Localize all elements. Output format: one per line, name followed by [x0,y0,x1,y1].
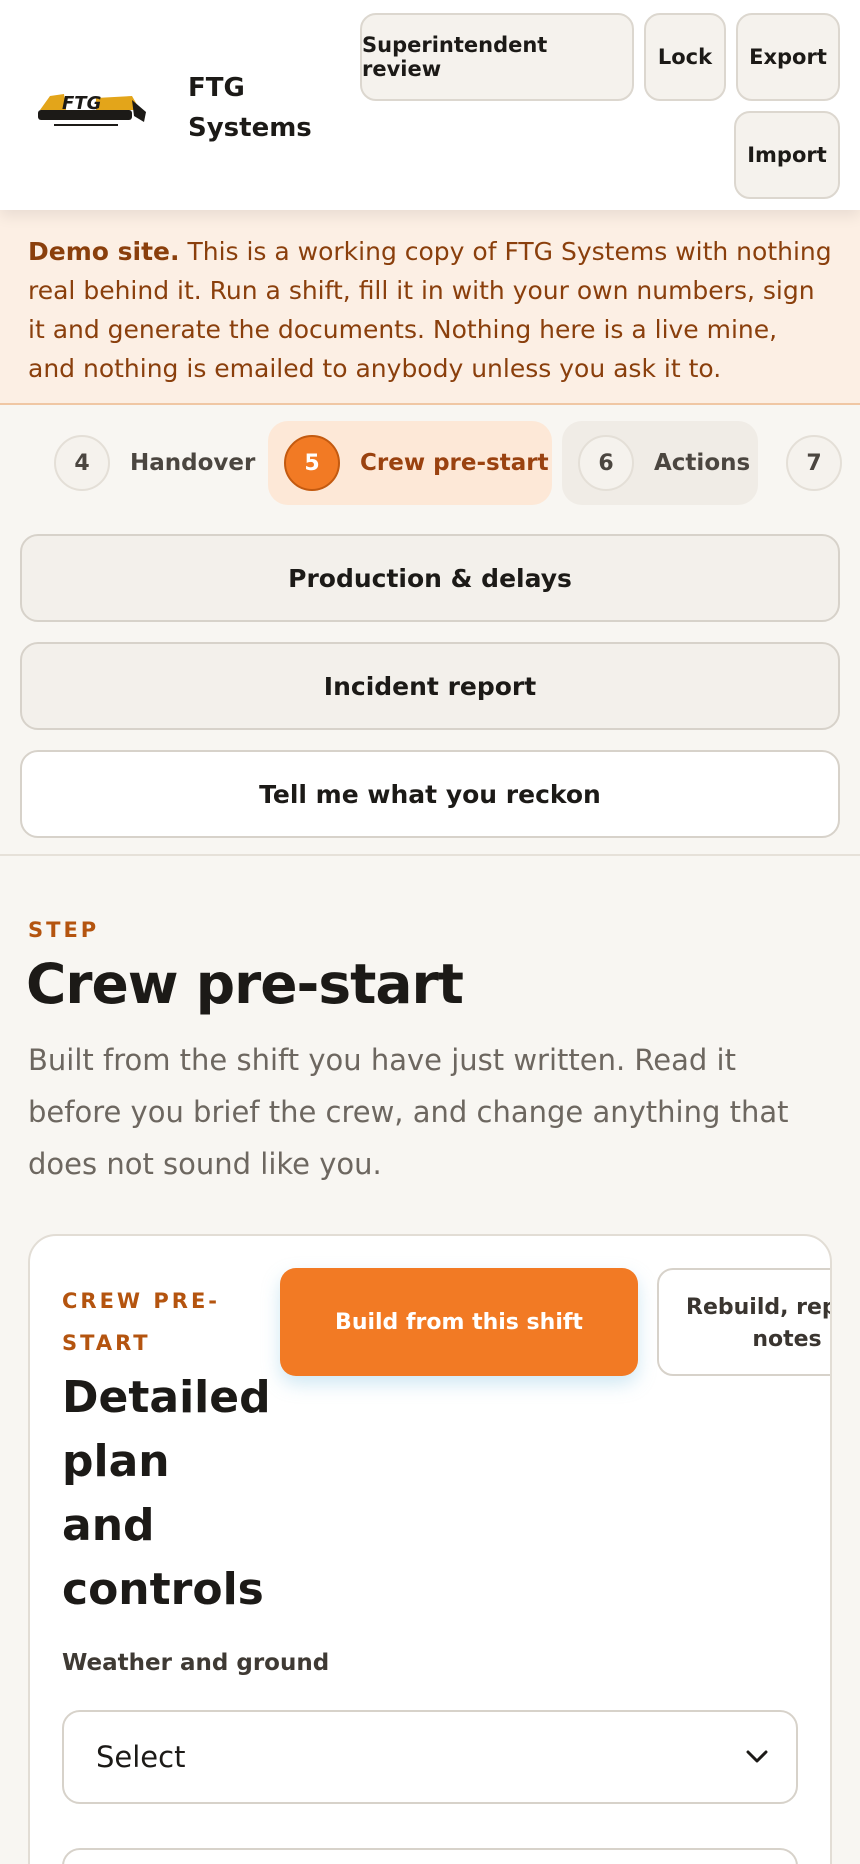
demo-banner: Demo site. This is a working copy of FTG… [0,210,860,405]
production-delays-button[interactable]: Production & delays [20,534,840,622]
step-eyebrow: STEP [28,918,100,942]
export-button[interactable]: Export [736,13,840,101]
demo-banner-lead: Demo site. [28,237,180,266]
step-actions[interactable]: 6 Actions [562,421,758,505]
card-eyebrow: CREW PRE-START [62,1289,221,1355]
incident-report-button[interactable]: Incident report [20,642,840,730]
step-number: 7 [786,435,842,491]
brand-name: FTG Systems [188,73,312,143]
step-handover[interactable]: 4 Handover [54,421,255,505]
lock-button[interactable]: Lock [644,13,726,101]
crew-prestart-card: CREW PRE-START Detailed plan and control… [28,1234,832,1864]
rebuild-replace-notes-button[interactable]: Rebuild, replace notes [657,1268,830,1376]
step-label: Crew pre-start [360,450,549,476]
page-title: Crew pre-start [26,952,464,1016]
step-label: Actions [654,450,751,476]
weather-ground-select[interactable]: Select [62,1710,798,1804]
chevron-down-icon [746,1750,768,1763]
step-number: 5 [284,435,340,491]
import-button[interactable]: Import [734,111,840,199]
section-divider [0,854,860,856]
feedback-button[interactable]: Tell me what you reckon [20,750,840,838]
step-number: 6 [578,435,634,491]
select-value: Select [96,1740,186,1774]
superintendent-review-button[interactable]: Superintendent review [360,13,634,101]
step-label: Handover [130,450,256,476]
card-title: Detailed plan and controls [62,1372,271,1615]
step-navigator: 4 Handover 5 Crew pre-start 6 Actions 7 [0,407,860,517]
step-number: 4 [54,435,110,491]
step-7[interactable]: 7 [786,421,842,505]
step-crew-pre-start[interactable]: 5 Crew pre-start [268,421,552,505]
step-description: Built from the shift you have just writt… [28,1043,789,1181]
next-field-input[interactable] [62,1848,798,1864]
svg-text:FTG: FTG [62,93,101,114]
ftg-logo: FTG [38,93,146,126]
app-header: FTG FTG Systems Superintendent review Lo… [0,0,860,210]
weather-ground-label: Weather and ground [62,1650,330,1676]
build-from-shift-button[interactable]: Build from this shift [280,1268,638,1376]
